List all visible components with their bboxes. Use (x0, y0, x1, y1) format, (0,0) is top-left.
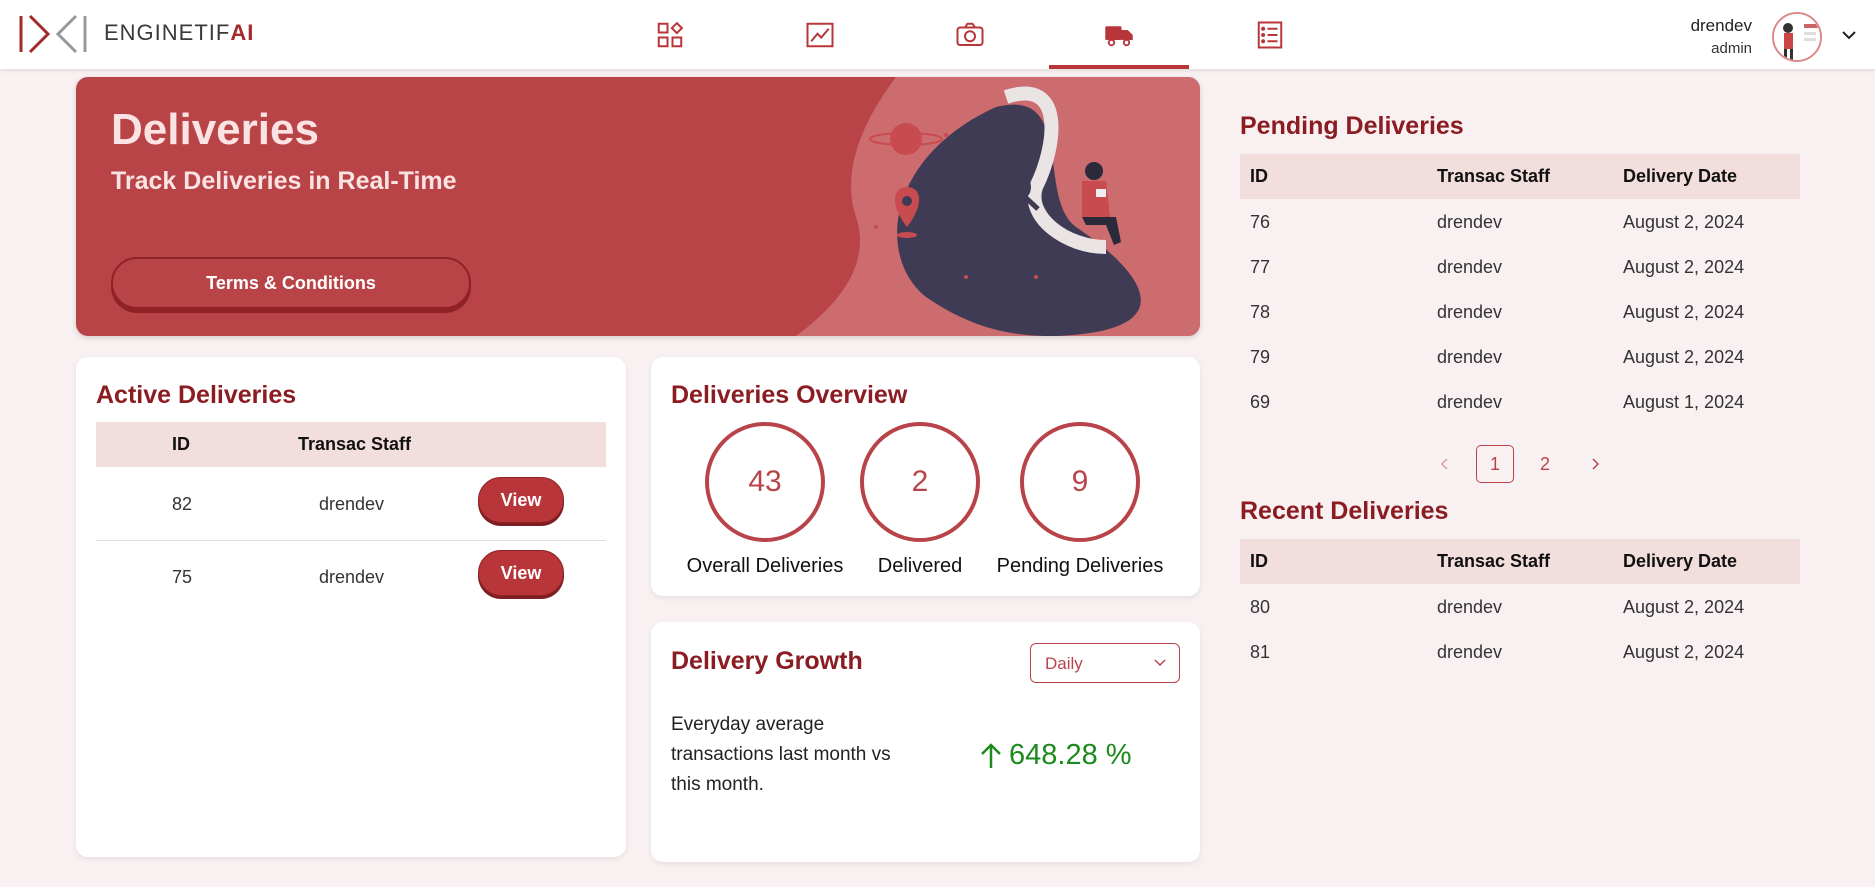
view-button[interactable]: View (478, 550, 564, 596)
pending-deliveries-table-header: ID Transac Staff Delivery Date (1240, 154, 1800, 199)
row-divider (96, 540, 606, 541)
active-deliveries-card: Active Deliveries ID Transac Staff 82 dr… (76, 357, 626, 857)
row-id: 76 (1250, 212, 1271, 232)
row-date: August 2, 2024 (1623, 642, 1745, 662)
column-header-id: ID (1250, 166, 1268, 186)
dashboard-grid-icon (657, 21, 684, 47)
row-id: 82 (172, 494, 193, 514)
row-staff: drendev (1437, 642, 1503, 662)
column-header-date: Delivery Date (1623, 166, 1738, 186)
growth-value: 648.28 % (979, 739, 1132, 772)
period-select[interactable]: Daily (1030, 643, 1180, 683)
nav-camera[interactable] (900, 0, 1040, 69)
pagination-page-1[interactable]: 1 (1476, 445, 1514, 483)
user-avatar-icon (1774, 14, 1820, 60)
row-id: 77 (1250, 257, 1271, 277)
row-staff: drendev (319, 567, 385, 587)
delivered-count: 2 (860, 422, 980, 542)
chevron-right-icon (1592, 458, 1600, 470)
pending-deliveries-count: 9 (1020, 422, 1140, 542)
column-header-staff: Transac Staff (1437, 166, 1551, 186)
row-id: 80 (1250, 597, 1271, 617)
column-header-staff: Transac Staff (298, 434, 412, 454)
chevron-down-icon (1154, 659, 1166, 667)
brand-logo-icon[interactable] (18, 14, 88, 54)
row-date: August 2, 2024 (1623, 347, 1745, 367)
row-staff: drendev (1437, 597, 1503, 617)
camera-icon (956, 22, 984, 46)
avatar[interactable] (1772, 12, 1822, 62)
pagination-page-2[interactable]: 2 (1526, 445, 1564, 483)
nav-analytics[interactable] (750, 0, 890, 69)
delivery-growth-card: Delivery Growth Daily Everyday average t… (651, 622, 1200, 862)
row-id: 75 (172, 567, 193, 587)
row-staff: drendev (1437, 347, 1503, 367)
chevron-left-icon (1440, 458, 1448, 470)
growth-percentage: 648.28 % (1009, 739, 1132, 771)
user-name: drendev (1690, 16, 1752, 35)
pending-deliveries-title: Pending Deliveries (1240, 112, 1464, 140)
row-staff: drendev (1437, 212, 1503, 232)
row-id: 81 (1250, 642, 1271, 662)
row-date: August 1, 2024 (1623, 392, 1745, 412)
overall-deliveries-count: 43 (705, 422, 825, 542)
terms-conditions-button[interactable]: Terms & Conditions (111, 257, 471, 309)
recent-deliveries-table-header: ID Transac Staff Delivery Date (1240, 539, 1800, 584)
nav-dashboard[interactable] (600, 0, 740, 69)
user-role: admin (1711, 40, 1752, 57)
pagination-prev[interactable] (1426, 445, 1464, 483)
row-date: August 2, 2024 (1623, 257, 1745, 277)
chart-line-icon (806, 22, 834, 47)
brand-name: ENGINETIFAI (104, 20, 255, 45)
page-title: Deliveries (111, 105, 319, 154)
row-date: August 2, 2024 (1623, 212, 1745, 232)
nav-reports[interactable] (1200, 0, 1340, 69)
page-subtitle: Track Deliveries in Real-Time (111, 167, 457, 195)
view-button[interactable]: View (478, 477, 564, 523)
row-staff: drendev (319, 494, 385, 514)
row-id: 78 (1250, 302, 1271, 322)
row-staff: drendev (1437, 257, 1503, 277)
column-header-staff: Transac Staff (1437, 551, 1551, 571)
top-navigation-bar: ENGINETIFAI drendev admin (0, 0, 1875, 69)
active-deliveries-title: Active Deliveries (96, 381, 297, 409)
arrow-up-icon (981, 742, 1001, 768)
row-staff: drendev (1437, 392, 1503, 412)
deliveries-overview-card: Deliveries Overview 43 Overall Deliverie… (651, 357, 1200, 596)
row-date: August 2, 2024 (1623, 597, 1745, 617)
recent-deliveries-title: Recent Deliveries (1240, 497, 1449, 525)
period-select-value: Daily (1045, 654, 1083, 673)
row-id: 69 (1250, 392, 1271, 412)
hero-banner: Deliveries Track Deliveries in Real-Time… (76, 77, 1200, 336)
column-header-id: ID (172, 434, 190, 454)
active-deliveries-table-header: ID Transac Staff (96, 422, 606, 467)
list-document-icon (1257, 21, 1283, 48)
truck-icon (1105, 25, 1133, 46)
deliveries-overview-title: Deliveries Overview (671, 381, 908, 409)
column-header-id: ID (1250, 551, 1268, 571)
delivery-illustration (796, 77, 1200, 336)
column-header-date: Delivery Date (1623, 551, 1738, 571)
growth-description: Everyday average transactions last month… (671, 714, 891, 795)
pending-deliveries-label: Pending Deliveries (996, 555, 1164, 577)
row-date: August 2, 2024 (1623, 302, 1745, 322)
pagination-next[interactable] (1576, 445, 1614, 483)
nav-deliveries[interactable] (1049, 0, 1189, 69)
row-staff: drendev (1437, 302, 1503, 322)
delivery-growth-title: Delivery Growth (671, 647, 863, 675)
row-id: 79 (1250, 347, 1271, 367)
chevron-down-icon[interactable] (1840, 26, 1858, 44)
